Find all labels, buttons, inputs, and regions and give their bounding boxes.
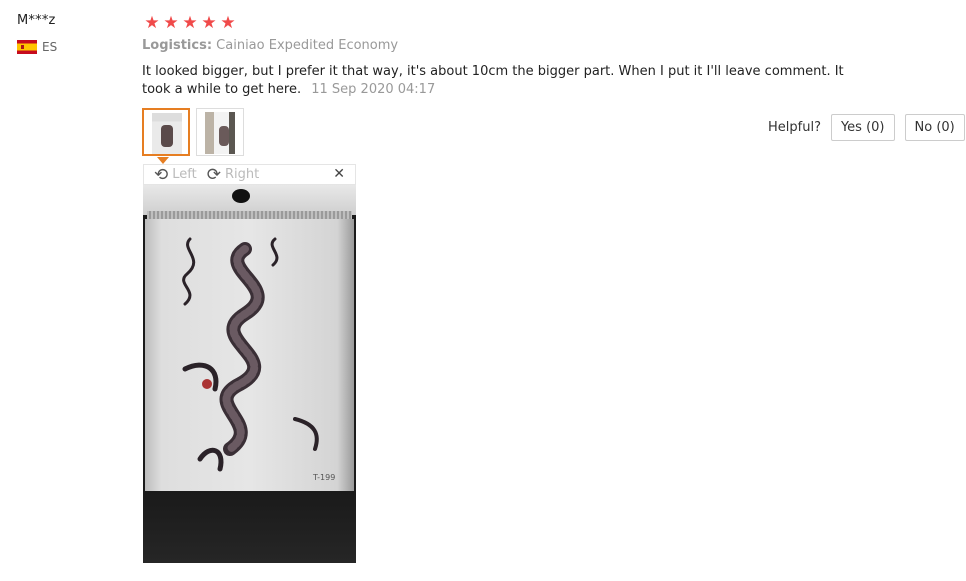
country-code: ES — [42, 40, 58, 54]
rotate-right-button[interactable]: ⟳ Right — [206, 164, 260, 185]
reviewer-name: M***z — [17, 13, 56, 28]
hang-hole — [232, 189, 250, 203]
rotate-left-icon: ⟲ — [154, 164, 169, 185]
review-photo-thumbnails — [142, 108, 244, 156]
dragon-tattoo-illustration — [182, 237, 319, 472]
star-rating: ★ ★ ★ ★ ★ — [143, 13, 237, 33]
review-photo-thumbnail-2[interactable] — [196, 108, 244, 156]
review-photo-large: T-199 — [143, 185, 356, 563]
thumbnail-image — [205, 112, 235, 154]
rotate-left-label: Left — [172, 167, 197, 182]
selected-thumbnail-pointer — [157, 157, 169, 164]
star-icon: ★ — [182, 13, 198, 33]
photo-background — [143, 491, 356, 563]
star-icon: ★ — [220, 13, 236, 33]
rotate-left-button[interactable]: ⟲ Left — [154, 164, 197, 185]
logistics-info: Logistics: Cainiao Expedited Economy — [142, 38, 398, 53]
review-date: 11 Sep 2020 04:17 — [311, 82, 436, 97]
packet-seam — [147, 211, 352, 219]
review-text: It looked bigger, but I prefer it that w… — [142, 64, 844, 97]
spain-flag-icon — [17, 40, 37, 54]
logistics-value: Cainiao Expedited Economy — [216, 38, 399, 53]
helpful-vote: Helpful? Yes (0) No (0) — [768, 114, 965, 141]
reviewer-country: ES — [17, 40, 57, 54]
tattoo-code: T-199 — [313, 473, 336, 482]
close-icon[interactable]: ✕ — [333, 166, 345, 182]
tattoo-sheet — [145, 219, 354, 491]
rotate-right-label: Right — [224, 167, 260, 182]
rotate-right-icon: ⟳ — [206, 164, 221, 185]
review-body: It looked bigger, but I prefer it that w… — [142, 63, 862, 99]
helpful-label: Helpful? — [768, 120, 821, 135]
logistics-label: Logistics: — [142, 38, 213, 53]
helpful-no-button[interactable]: No (0) — [904, 114, 965, 141]
thumbnail-image — [152, 113, 182, 154]
photo-viewer-toolbar: ⟲ Left ⟳ Right ✕ — [143, 164, 356, 185]
star-icon: ★ — [144, 13, 160, 33]
review-photo-thumbnail-1[interactable] — [142, 108, 190, 156]
helpful-yes-button[interactable]: Yes (0) — [830, 114, 895, 141]
star-icon: ★ — [201, 13, 217, 33]
star-icon: ★ — [163, 13, 179, 33]
